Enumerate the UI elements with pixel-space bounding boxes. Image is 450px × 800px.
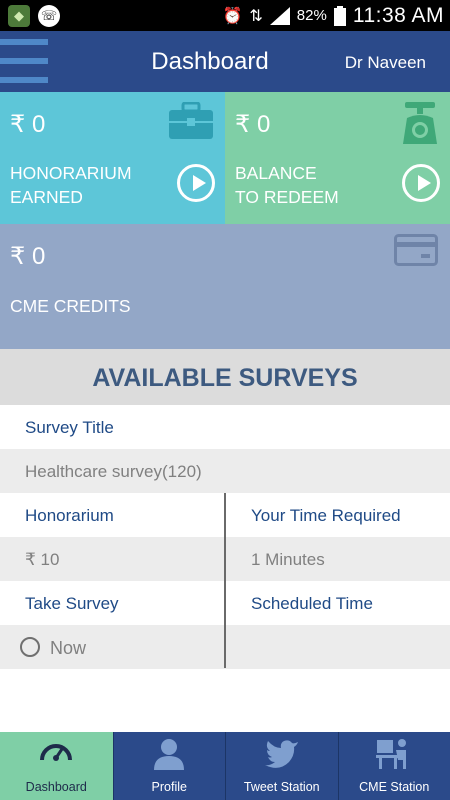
- honorarium-play-button[interactable]: [177, 164, 215, 202]
- balance-amount: ₹ 0: [235, 111, 271, 138]
- balance-play-button[interactable]: [402, 164, 440, 202]
- scheduled-time-label: Scheduled Time: [251, 594, 373, 613]
- desk-person-icon: [376, 739, 407, 769]
- balance-label: BALANCE TO REDEEM: [235, 161, 339, 209]
- nav-profile-label: Profile: [151, 780, 187, 794]
- twitter-bird-icon: [264, 740, 298, 768]
- honorarium-tile[interactable]: ₹ 0 HONORARIUM EARNED: [0, 92, 225, 224]
- scale-icon: [403, 102, 437, 144]
- column-divider: [224, 493, 226, 668]
- status-bar: ◆ ☏ ⏰ ⇅ 82% 11:38 AM: [0, 0, 450, 31]
- survey-title-value: Healthcare survey(120): [25, 462, 202, 481]
- balance-label-line1: BALANCE: [235, 163, 317, 183]
- speedometer-icon: [40, 744, 73, 761]
- nav-cme-station-label: CME Station: [359, 780, 430, 794]
- take-now-option[interactable]: Now: [0, 625, 224, 669]
- time-required-value: 1 Minutes: [251, 550, 325, 569]
- user-name: Dr Naveen: [344, 53, 426, 72]
- survey-title-label: Survey Title: [25, 418, 114, 437]
- now-option-label: Now: [50, 638, 87, 658]
- survey-title-row: Survey Title: [0, 405, 450, 449]
- honorarium-label-line1: HONORARIUM: [10, 163, 132, 183]
- briefcase-icon: [169, 102, 213, 139]
- nav-tweet-station-label: Tweet Station: [243, 780, 320, 794]
- balance-label-line2: TO REDEEM: [235, 187, 339, 207]
- battery-icon: [333, 5, 346, 26]
- nav-profile[interactable]: Profile: [112, 732, 225, 800]
- survey-title-value-row[interactable]: Healthcare survey(120): [0, 449, 450, 493]
- scheduled-time-value[interactable]: [226, 625, 450, 669]
- bottom-navigation: Dashboard Profile Tweet Station CME Stat…: [0, 732, 450, 800]
- person-icon: [154, 739, 185, 770]
- honorarium-label: HONORARIUM EARNED: [10, 161, 132, 209]
- honorarium-amount: ₹ 0: [10, 111, 46, 138]
- time-required-label: Your Time Required: [251, 506, 401, 525]
- nav-dashboard-label: Dashboard: [25, 780, 87, 794]
- app-bar: Dashboard Dr Naveen: [0, 31, 450, 92]
- battery-percent: 82%: [296, 7, 327, 24]
- honorarium-label-line2: EARNED: [10, 187, 83, 207]
- cme-label: CME CREDITS: [10, 296, 131, 316]
- available-surveys-heading: AVAILABLE SURVEYS: [0, 349, 450, 405]
- card-icon: [394, 234, 438, 266]
- nav-dashboard[interactable]: Dashboard: [0, 732, 113, 800]
- honorarium-value: ₹ 10: [25, 550, 60, 569]
- honorarium-label-cell: Honorarium: [25, 506, 114, 525]
- phone-icon: ☏: [38, 5, 60, 27]
- cme-amount: ₹ 0: [10, 243, 46, 270]
- nav-tweet-station[interactable]: Tweet Station: [225, 732, 338, 800]
- app-notification-icon: ◆: [8, 5, 30, 27]
- balance-tile[interactable]: ₹ 0 BALANCE TO REDEEM: [225, 92, 450, 224]
- take-survey-label: Take Survey: [25, 594, 119, 613]
- signal-icon: [269, 6, 290, 25]
- nav-cme-station[interactable]: CME Station: [337, 732, 450, 800]
- now-radio-button[interactable]: [20, 637, 40, 658]
- alarm-icon: ⏰: [222, 6, 243, 25]
- cme-credits-tile[interactable]: ₹ 0 CME CREDITS: [0, 224, 450, 349]
- data-arrows-icon: ⇅: [249, 6, 263, 25]
- clock: 11:38 AM: [352, 3, 444, 27]
